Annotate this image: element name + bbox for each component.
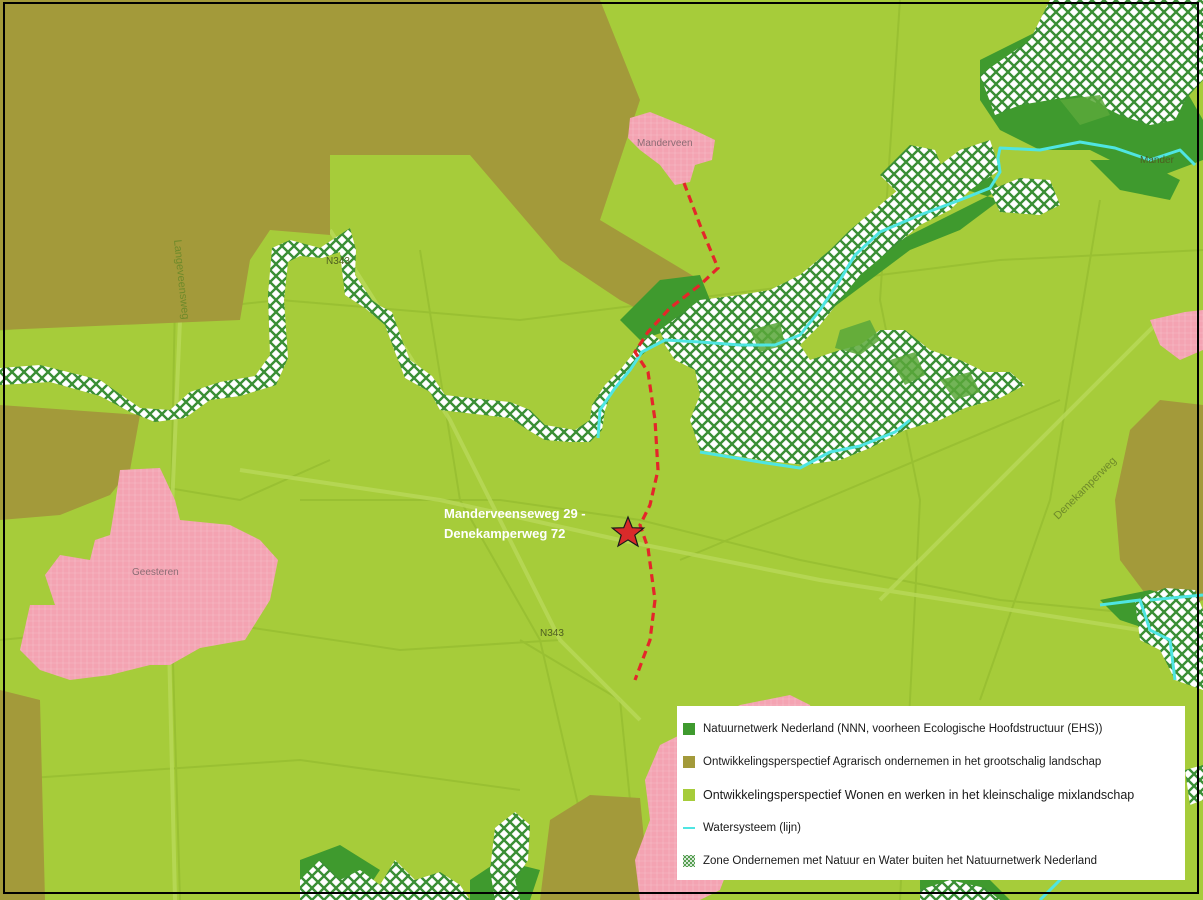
legend-item-agrarisch: Ontwikkelingsperspectief Agrarisch onder…: [683, 745, 1179, 778]
legend-item-natuurnetwerk: Natuurnetwerk Nederland (NNN, voorheen E…: [683, 712, 1179, 745]
place-label-geesteren: Geesteren: [132, 567, 179, 578]
place-label-mander: Mander: [1140, 155, 1175, 166]
legend-label: Watersysteem (lijn): [703, 821, 801, 834]
legend-label: Natuurnetwerk Nederland (NNN, voorheen E…: [703, 722, 1103, 735]
place-label-manderveen: Manderveen: [637, 138, 693, 149]
road-label-n343-mid: N343: [540, 628, 564, 639]
road-label-n343-top: N343: [326, 256, 350, 267]
agrarisch-swatch-icon: [683, 755, 695, 768]
legend-item-mixlandschap: Ontwikkelingsperspectief Wonen en werken…: [683, 778, 1179, 811]
legend-label: Zone Ondernemen met Natuur en Water buit…: [703, 854, 1097, 867]
legend-label: Ontwikkelingsperspectief Wonen en werken…: [703, 787, 1135, 802]
location-label-line1: Manderveenseweg 29 -: [444, 506, 586, 521]
water-line-swatch-icon: [683, 826, 695, 829]
natuurnetwerk-swatch-icon: [683, 722, 695, 735]
legend: Natuurnetwerk Nederland (NNN, voorheen E…: [677, 706, 1185, 880]
legend-item-watersysteem: Watersysteem (lijn): [683, 811, 1179, 844]
legend-label: Ontwikkelingsperspectief Agrarisch onder…: [703, 755, 1102, 768]
legend-item-zone: Zone Ondernemen met Natuur en Water buit…: [683, 844, 1179, 877]
location-label-line2: Denekamperweg 72: [444, 526, 565, 541]
mixlandscape-swatch-icon: [683, 788, 695, 801]
hatch-swatch-icon: [683, 854, 695, 867]
